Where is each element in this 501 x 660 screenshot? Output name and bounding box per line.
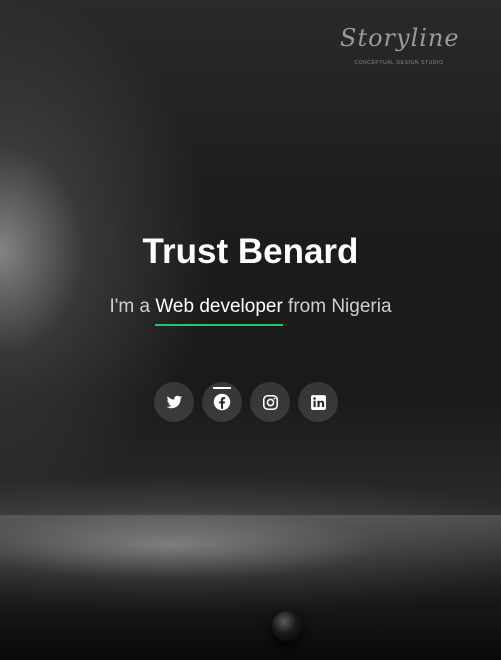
linkedin-icon	[310, 394, 327, 411]
hero-subtitle: I'm a Web developer from Nigeria	[0, 296, 501, 326]
logo-name: Storyline	[340, 24, 460, 52]
hover-indicator	[213, 387, 231, 389]
instagram-link[interactable]	[250, 382, 290, 422]
hero-section: Storyline CONCEPTUAL DESIGN STUDIO Trust…	[0, 0, 501, 660]
intro-suffix: from Nigeria	[282, 296, 392, 317]
facebook-link[interactable]	[202, 382, 242, 422]
instagram-icon	[262, 394, 279, 411]
facebook-icon	[213, 393, 231, 411]
floor-backdrop	[0, 515, 501, 660]
hero-name: Trust Benard	[142, 232, 359, 271]
intro-prefix: I'm a	[109, 296, 156, 317]
decorative-sphere	[272, 611, 302, 641]
twitter-icon	[166, 394, 183, 411]
typed-role: Web developer	[155, 296, 284, 326]
logo-tagline: CONCEPTUAL DESIGN STUDIO	[354, 60, 444, 66]
social-links	[154, 382, 338, 422]
twitter-link[interactable]	[154, 382, 194, 422]
logo[interactable]: Storyline CONCEPTUAL DESIGN STUDIO	[340, 22, 460, 66]
linkedin-link[interactable]	[298, 382, 338, 422]
